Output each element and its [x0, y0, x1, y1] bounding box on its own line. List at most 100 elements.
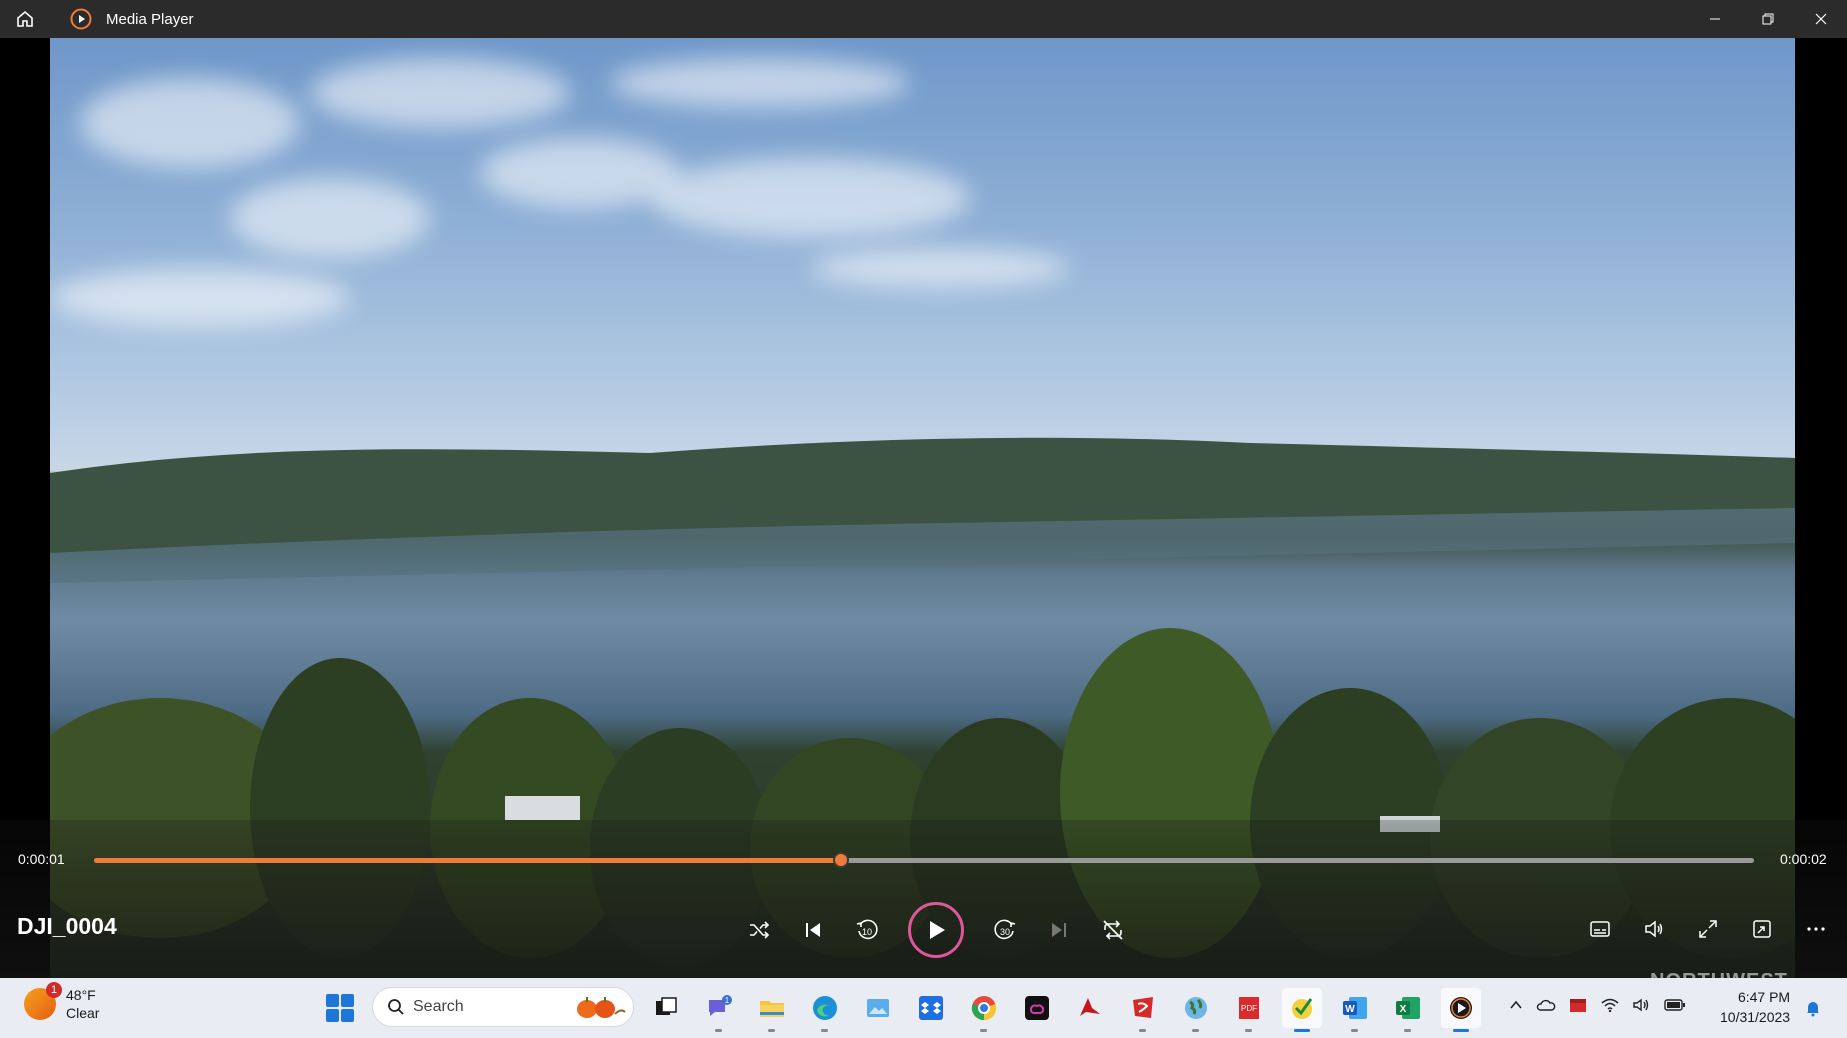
- rewind-10-icon: 10: [856, 919, 878, 940]
- creative-cloud-button[interactable]: [1017, 988, 1057, 1028]
- seek-bar-fill: [94, 858, 841, 863]
- close-icon: [1815, 13, 1826, 25]
- repeat-off-icon: [1103, 920, 1123, 940]
- window-title: Media Player: [106, 10, 194, 28]
- red-app-button[interactable]: [1123, 988, 1163, 1032]
- file-explorer-button[interactable]: [752, 988, 792, 1032]
- dropbox-button[interactable]: [911, 988, 951, 1028]
- svg-text:1: 1: [725, 996, 730, 1005]
- captions-icon: [1590, 921, 1610, 937]
- cloud: [50, 268, 350, 328]
- running-indicator: [1192, 1029, 1199, 1032]
- restore-icon: [1762, 13, 1773, 25]
- notification-bell-icon[interactable]: [1804, 999, 1822, 1017]
- excel-button[interactable]: X: [1388, 988, 1428, 1032]
- edge-button[interactable]: [805, 988, 845, 1032]
- media-player-taskbar-button[interactable]: [1441, 988, 1481, 1032]
- svg-text:X: X: [1400, 1004, 1407, 1015]
- moon-weather-icon: 1: [24, 982, 62, 1020]
- play-button[interactable]: [908, 902, 964, 958]
- forward-30-button[interactable]: 30: [986, 911, 1024, 949]
- svg-text:PDF: PDF: [1241, 1004, 1257, 1013]
- volume-button[interactable]: [1635, 910, 1673, 948]
- restore-button[interactable]: [1741, 0, 1794, 38]
- elapsed-time: 0:00:01: [18, 851, 65, 867]
- weather-widget[interactable]: 1 48°F Clear: [24, 982, 100, 1022]
- seek-bar[interactable]: [94, 852, 1754, 868]
- previous-icon: [806, 923, 820, 937]
- media-title: DJI_0004: [17, 913, 117, 939]
- title-bar: Media Player: [0, 0, 1847, 38]
- home-button[interactable]: [0, 0, 50, 38]
- onedrive-icon[interactable]: [1536, 997, 1556, 1013]
- taskbar: 1 48°F Clear Search 1 PDF W X 6:47 PM 10…: [0, 978, 1847, 1038]
- clock-date: 10/31/2023: [1720, 1009, 1791, 1025]
- chat-icon: 1: [709, 995, 732, 1016]
- edge-icon: [813, 996, 837, 1020]
- cloud: [810, 248, 1070, 288]
- windows-logo-pane: [341, 994, 354, 1007]
- battery-icon[interactable]: [1664, 998, 1686, 1012]
- chrome-button[interactable]: [964, 988, 1004, 1032]
- globe-button[interactable]: [1176, 988, 1216, 1032]
- rewind-10-button[interactable]: 10: [848, 911, 886, 949]
- cloud: [310, 58, 570, 128]
- windows-logo-pane: [341, 1009, 354, 1022]
- acrobat-button[interactable]: [1070, 988, 1110, 1028]
- task-view-button[interactable]: [646, 988, 686, 1028]
- clock-time: 6:47 PM: [1737, 989, 1791, 1005]
- acrobat-icon: [1080, 998, 1100, 1016]
- more-options-button[interactable]: [1797, 910, 1835, 948]
- clock[interactable]: 6:47 PM 10/31/2023: [1720, 987, 1790, 1027]
- dropbox-icon: [919, 996, 943, 1020]
- weather-condition: Clear: [66, 1005, 100, 1021]
- creative-cloud-icon: [1025, 996, 1049, 1020]
- previous-button[interactable]: [794, 911, 832, 949]
- speaker-icon[interactable]: [1632, 997, 1652, 1013]
- svg-text:10: 10: [862, 927, 872, 937]
- chevron-up-icon[interactable]: [1508, 997, 1524, 1013]
- captions-button[interactable]: [1581, 910, 1619, 948]
- running-indicator: [980, 1029, 987, 1032]
- system-tray: [1508, 996, 1686, 1014]
- close-button[interactable]: [1794, 0, 1847, 38]
- taskbar-apps: 1 PDF W X: [646, 988, 1481, 1032]
- mini-player-button[interactable]: [1743, 910, 1781, 948]
- running-indicator: [1139, 1029, 1146, 1032]
- task-view-icon: [656, 997, 677, 1015]
- running-indicator: [1351, 1029, 1358, 1032]
- more-icon: [1807, 927, 1825, 931]
- start-button[interactable]: [326, 994, 354, 1022]
- secondary-controls: [1581, 910, 1835, 948]
- teams-chat-button[interactable]: 1: [699, 988, 739, 1032]
- total-duration: 0:00:02: [1780, 851, 1827, 867]
- running-indicator: [1245, 1029, 1252, 1032]
- weather-badge: 1: [46, 982, 62, 998]
- pdf-icon: PDF: [1239, 997, 1259, 1019]
- word-button[interactable]: W: [1335, 988, 1375, 1032]
- home-icon: [17, 10, 33, 27]
- shuffle-icon: [750, 921, 770, 939]
- mini-player-icon: [1753, 920, 1771, 938]
- distant-hill: [50, 437, 1795, 583]
- taskbar-search[interactable]: Search: [372, 987, 634, 1027]
- next-button[interactable]: [1040, 911, 1078, 949]
- wifi-icon[interactable]: [1600, 997, 1620, 1013]
- norton-button[interactable]: [1282, 988, 1322, 1032]
- weather-temperature: 48°F: [66, 987, 96, 1003]
- minimize-button[interactable]: [1688, 0, 1741, 38]
- fullscreen-button[interactable]: [1689, 910, 1727, 948]
- globe-icon: [1185, 997, 1207, 1019]
- shuffle-button[interactable]: [740, 911, 778, 949]
- running-indicator: [1453, 1029, 1469, 1032]
- calendar-app-icon[interactable]: [1568, 996, 1588, 1014]
- windows-logo-icon: [326, 994, 339, 1007]
- seek-bar-thumb[interactable]: [833, 852, 849, 868]
- repeat-button[interactable]: [1094, 911, 1132, 949]
- excel-icon: X: [1396, 997, 1420, 1019]
- next-icon: [1052, 923, 1066, 937]
- photos-button[interactable]: [858, 988, 898, 1028]
- search-icon: [388, 999, 404, 1015]
- running-indicator: [768, 1029, 775, 1032]
- pdf-button[interactable]: PDF: [1229, 988, 1269, 1032]
